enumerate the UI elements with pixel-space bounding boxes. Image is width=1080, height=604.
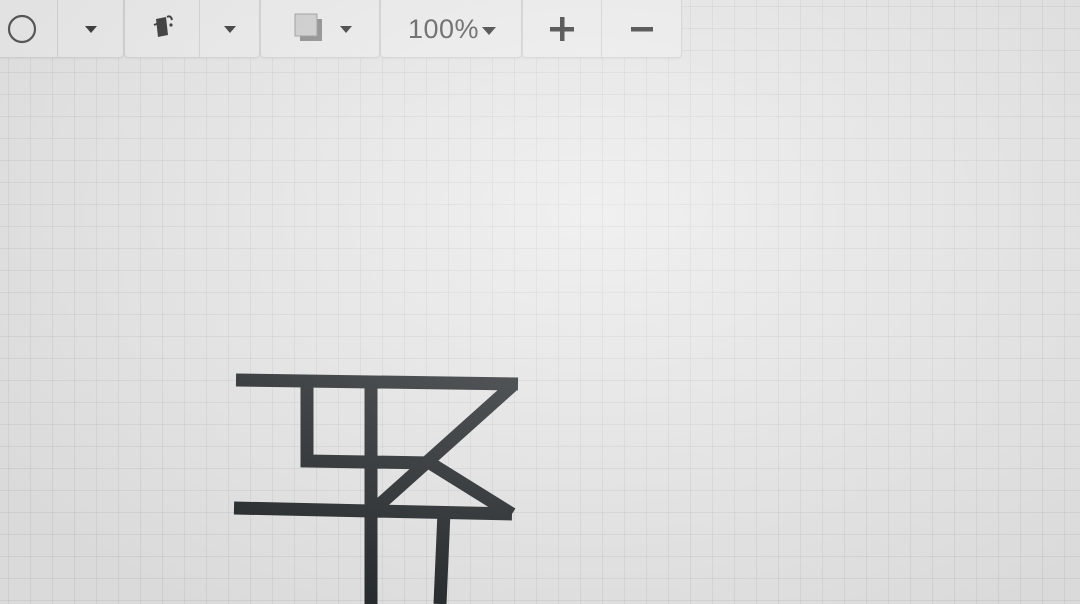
drawing-stroke[interactable] [235,373,519,391]
drawing-stroke[interactable] [233,501,513,521]
drawing-stroke[interactable] [373,381,517,511]
drawing-canvas[interactable] [0,0,1080,604]
line-drawing[interactable] [233,373,519,604]
diagram-editor-screen: 100% [0,0,1080,604]
drawing-stroke[interactable] [433,511,451,604]
